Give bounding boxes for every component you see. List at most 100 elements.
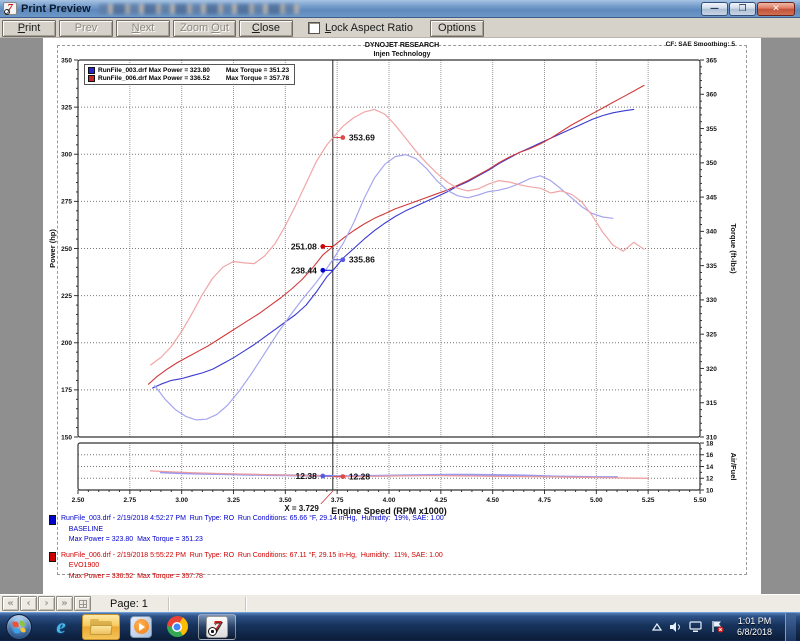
taskbar: e 7 1:01 PM 6/8/2018: [0, 612, 800, 640]
taskbar-media-player[interactable]: [126, 614, 156, 640]
winpep-app-icon: 7: [3, 2, 17, 15]
toolbar-button-next: Next: [116, 20, 170, 37]
winpep-icon: 7: [206, 616, 228, 638]
taskbar-clock[interactable]: 1:01 PM 6/8/2018: [731, 616, 778, 638]
marker-label: 353.69: [349, 133, 375, 143]
tick-label-power: 225: [61, 293, 72, 300]
page-grid-button[interactable]: [74, 596, 91, 611]
toolbar-button-print[interactable]: Print: [2, 20, 56, 37]
network-icon[interactable]: [689, 621, 703, 633]
tick-label-rpm: 4.00: [383, 497, 396, 504]
page-nav-button-1[interactable]: ‹: [20, 596, 37, 611]
preview-area: DYNOJET RESEARCH Injen Technology CF: SA…: [0, 38, 800, 594]
internet-explorer-icon: e: [56, 616, 65, 637]
legend-row: RunFile_006.drf Max Power = 336.52 Max To…: [88, 75, 289, 82]
marker-label: 12.38: [296, 471, 318, 481]
tick-label-torque: 325: [706, 331, 717, 338]
run-info-block: RunFile_003.drf - 2/19/2018 4:52:27 PM R…: [49, 514, 749, 546]
chrome-icon: [167, 616, 188, 637]
legend-swatch: [88, 67, 95, 74]
cursor-x-label: X = 3.729: [284, 504, 319, 513]
tick-label-torque: 350: [706, 160, 717, 167]
folder-icon: [90, 619, 112, 635]
start-button[interactable]: [6, 614, 32, 640]
tick-label-power: 250: [61, 246, 72, 253]
page-nav-button-2[interactable]: ›: [38, 596, 55, 611]
clock-time: 1:01 PM: [737, 616, 772, 627]
show-desktop-button[interactable]: [785, 613, 796, 641]
tick-label-torque: 320: [706, 366, 717, 373]
power-axis-title: Power (hp): [48, 229, 57, 268]
tick-label-rpm: 4.75: [538, 497, 551, 504]
run-info-lines: RunFile_006.drf - 2/19/2018 5:55:22 PM R…: [61, 551, 443, 583]
lock-aspect-ratio-checkbox[interactable]: [308, 22, 320, 34]
redacted-path-text: [99, 4, 299, 14]
tick-label-rpm: 4.50: [486, 497, 499, 504]
tick-label-power: 350: [61, 57, 72, 64]
marker-dot: [320, 268, 325, 273]
torque-axis-title: Torque (ft-lbs): [729, 223, 738, 274]
statusbar: «‹›» Page: 1: [0, 594, 800, 612]
taskbar-chrome[interactable]: [162, 614, 192, 640]
legend-text: RunFile_003.drf Max Power = 323.80: [98, 67, 210, 74]
tick-label-afr: 10: [706, 487, 714, 494]
marker-label: 12.28: [349, 472, 371, 482]
tick-label-rpm: 3.00: [175, 497, 188, 504]
marker-dot: [340, 257, 345, 262]
toolbar-button-prev: Prev: [59, 20, 113, 37]
tick-label-power: 150: [61, 434, 72, 441]
lock-aspect-ratio-control[interactable]: Lock Aspect Ratio: [308, 22, 413, 34]
run-info-line: BASELINE: [61, 525, 444, 536]
afr-axis-title: Air/Fuel: [729, 453, 738, 481]
action-center-flag-icon[interactable]: [710, 620, 724, 633]
marker-dot: [320, 474, 325, 479]
run-info-lines: RunFile_003.drf - 2/19/2018 4:52:27 PM R…: [61, 514, 444, 546]
volume-icon[interactable]: [669, 621, 682, 633]
toolbar-button-close[interactable]: Close: [239, 20, 293, 37]
window-title: Print Preview: [21, 3, 91, 15]
tick-label-rpm: 3.50: [279, 497, 292, 504]
tick-label-rpm: 3.25: [227, 497, 240, 504]
media-player-icon: [130, 616, 152, 638]
run-color-icon: [49, 515, 56, 525]
clock-date: 6/8/2018: [737, 627, 772, 638]
tick-label-torque: 355: [706, 126, 717, 133]
tray-expand-icon[interactable]: [652, 623, 662, 631]
tick-label-power: 300: [61, 152, 72, 159]
close-window-button[interactable]: ✕: [757, 2, 795, 16]
restore-button[interactable]: ❐: [729, 2, 756, 16]
dyno-chart: 1501752002252502753003253503103153203253…: [43, 38, 761, 594]
toolbar-button-zoom-out: Zoom Out: [173, 20, 236, 37]
page-indicator: Page: 1: [110, 598, 148, 610]
titlebar: 7 Print Preview — ❐ ✕: [0, 0, 800, 18]
tick-label-afr: 14: [706, 464, 714, 471]
options-button[interactable]: Options: [430, 20, 484, 37]
curve-runfile_006-torque: [151, 109, 644, 365]
status-separator: [168, 597, 169, 611]
taskbar-internet-explorer[interactable]: e: [46, 614, 76, 640]
marker-dot: [320, 244, 325, 249]
page-nav-button-3[interactable]: »: [56, 596, 73, 611]
minimize-button[interactable]: —: [701, 2, 728, 16]
tick-label-power: 275: [61, 199, 72, 206]
marker-label: 238.44: [291, 265, 317, 275]
run-info-line: RunFile_003.drf - 2/19/2018 4:52:27 PM R…: [61, 514, 444, 525]
toolbar: PrintPrevNextZoom OutClose Lock Aspect R…: [0, 19, 800, 38]
legend-text: RunFile_006.drf Max Power = 336.52: [98, 75, 210, 82]
tick-label-rpm: 5.25: [642, 497, 655, 504]
run-info-line: Max Power = 336.52 Max Torque = 357.78: [61, 572, 443, 583]
page-nav-button-0[interactable]: «: [2, 596, 19, 611]
chart-legend: RunFile_003.drf Max Power = 323.80 Max To…: [84, 64, 295, 85]
tick-label-afr: 12: [706, 476, 714, 483]
tick-label-afr: 16: [706, 452, 714, 459]
run-info-line: EVO1900: [61, 561, 443, 572]
taskbar-windows-explorer[interactable]: [82, 614, 120, 640]
tick-label-rpm: 2.50: [72, 497, 85, 504]
run-info-block: RunFile_006.drf - 2/19/2018 5:55:22 PM R…: [49, 551, 749, 583]
tick-label-rpm: 3.75: [331, 497, 344, 504]
status-separator: [245, 597, 246, 611]
taskbar-winpep[interactable]: 7: [198, 614, 236, 640]
tick-label-power: 200: [61, 340, 72, 347]
tick-label-torque: 340: [706, 229, 717, 236]
legend-text2: Max Torque = 357.78: [226, 75, 289, 82]
